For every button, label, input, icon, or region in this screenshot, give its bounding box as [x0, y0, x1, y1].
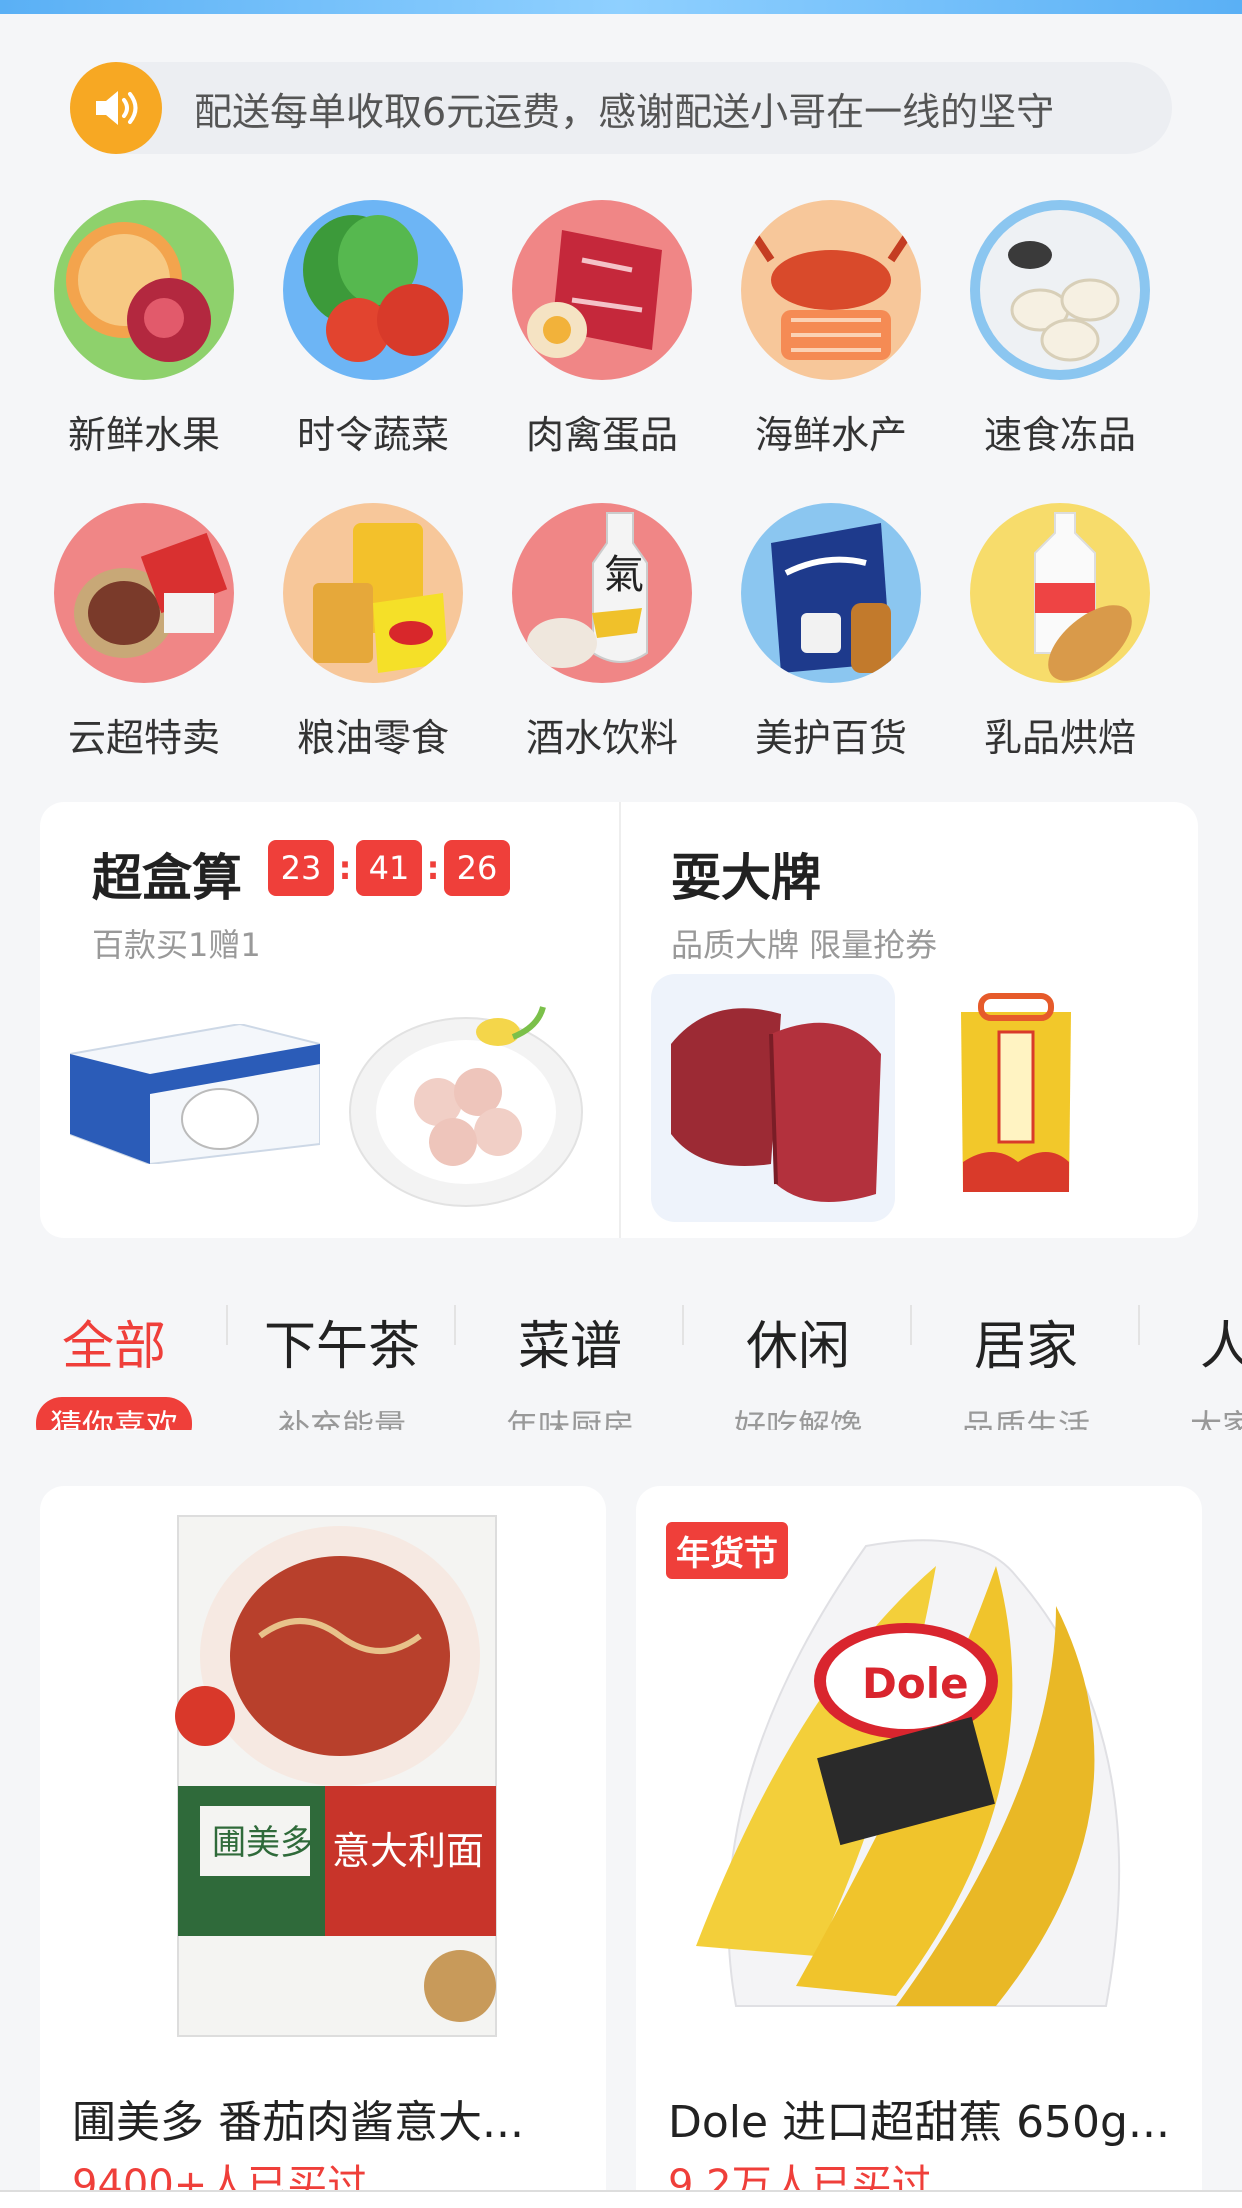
countdown-timer: 23 : 41 : 26: [268, 840, 510, 896]
speaker-icon: [70, 62, 162, 154]
product-card[interactable]: 圃美多 意大利面 圃美多 番茄肉酱意大... 9400+人已买过: [40, 1486, 606, 2208]
tab-snacks[interactable]: 休闲 好吃解馋: [684, 1290, 912, 1430]
category-label: 美护百货: [754, 716, 907, 760]
svg-text:氣: 氣: [604, 552, 644, 598]
category-label: 速食冻品: [983, 413, 1136, 457]
category-dairy-bakery[interactable]: 乳品烘焙: [946, 503, 1174, 762]
special-sale-icon: [54, 503, 234, 683]
beauty-care-icon: [741, 503, 921, 683]
promo-title: 耍大牌: [671, 849, 821, 907]
promo-subtitle: 品质大牌 限量抢券: [671, 926, 938, 964]
category-label: 乳品烘焙: [983, 716, 1136, 760]
tab-divider: [454, 1305, 456, 1345]
bottom-nav-edge: [0, 2190, 1242, 2208]
promo-panel: 超盒算 23 : 41 : 26 百款买1赠1 耍大牌 品质大牌 限量抢券: [40, 802, 1198, 1238]
tab-title: 菜谱: [517, 1317, 622, 1377]
category-label: 云超特卖: [67, 716, 220, 760]
category-label: 时令蔬菜: [296, 413, 449, 457]
tab-subtitle: 好吃解馋: [733, 1407, 862, 1430]
category-special-sale[interactable]: 云超特卖: [30, 503, 258, 762]
product-card[interactable]: Dole 年货节 Dole 进口超甜蕉 650g... 9.2万人已买过: [636, 1486, 1202, 2208]
category-meat-egg[interactable]: 肉禽蛋品: [488, 200, 716, 459]
category-frozen[interactable]: 速食冻品: [946, 200, 1174, 459]
notice-text: 配送每单收取6元运费，感谢配送小哥在一线的坚守: [194, 89, 1055, 134]
promo-subtitle: 百款买1赠1: [92, 926, 261, 964]
rice-bag-image[interactable]: [951, 992, 1081, 1196]
svg-text:意大利面: 意大利面: [332, 1829, 484, 1873]
category-fruit[interactable]: 新鲜水果: [30, 200, 258, 459]
category-seafood[interactable]: 海鲜水产: [717, 200, 945, 459]
tab-divider: [682, 1305, 684, 1345]
svg-text:Dole: Dole: [862, 1659, 969, 1708]
category-label: 肉禽蛋品: [525, 413, 678, 457]
tab-subtitle: 年味厨房: [505, 1407, 634, 1430]
category-grain-oil[interactable]: 粮油零食: [259, 503, 487, 762]
dumpling-icon: [970, 200, 1150, 380]
timer-separator: :: [338, 849, 352, 887]
timer-hours: 23: [268, 840, 334, 896]
product-name: 圃美多 番茄肉酱意大...: [72, 2097, 524, 2148]
tab-divider: [1138, 1305, 1140, 1345]
water-filter-image[interactable]: [69, 1022, 321, 1168]
top-status-strip: [0, 0, 1242, 14]
tab-title: 居家: [973, 1317, 1078, 1377]
svg-text:圃美多: 圃美多: [212, 1823, 314, 1863]
promo-title: 超盒算: [92, 849, 242, 907]
tab-title: 下午茶: [263, 1317, 420, 1377]
spaghetti-product-image: 圃美多 意大利面: [40, 1486, 606, 2046]
tab-title: 全部: [61, 1317, 166, 1377]
category-label: 新鲜水果: [67, 413, 220, 457]
promo-shuadapai[interactable]: 耍大牌 品质大牌 限量抢券: [619, 802, 1198, 1238]
promo-chaohesuan[interactable]: 超盒算 23 : 41 : 26 百款买1赠1: [40, 802, 619, 1238]
tab-recipes[interactable]: 菜谱 年味厨房: [456, 1290, 684, 1430]
vegetable-icon: [283, 200, 463, 380]
category-drink[interactable]: 氣 酒水饮料: [488, 503, 716, 762]
tab-divider: [226, 1305, 228, 1345]
tab-subtitle: 补充能量: [277, 1407, 406, 1430]
timer-minutes: 41: [356, 840, 422, 896]
category-grid: 新鲜水果 时令蔬菜 肉禽蛋品 海鲜水产 速食冻品 云超特卖 粮油零食 氣 酒水饮…: [30, 200, 1212, 762]
category-label: 海鲜水产: [754, 413, 907, 457]
tab-title: 人: [1200, 1317, 1242, 1377]
tab-all[interactable]: 全部 猜你喜欢: [0, 1290, 228, 1430]
category-label: 粮油零食: [296, 716, 449, 760]
dairy-bakery-icon: [970, 503, 1150, 683]
tab-divider: [910, 1305, 912, 1345]
meat-egg-icon: [512, 200, 692, 380]
tab-subtitle: 品质生活: [961, 1407, 1090, 1430]
tab-partial[interactable]: 人 大家: [1140, 1290, 1242, 1430]
tab-home[interactable]: 居家 品质生活: [912, 1290, 1140, 1430]
drink-icon: 氣: [512, 503, 692, 683]
tab-subtitle: 猜你喜欢: [35, 1397, 192, 1430]
category-tabs: 全部 猜你喜欢 下午茶 补充能量 菜谱 年味厨房 休闲 好吃解馋 居家 品质生活…: [0, 1290, 1242, 1430]
beef-image[interactable]: [651, 974, 895, 1226]
tab-subtitle: 大家: [1190, 1407, 1242, 1430]
category-beauty-care[interactable]: 美护百货: [717, 503, 945, 762]
timer-seconds: 26: [444, 840, 510, 896]
tab-afternoon-tea[interactable]: 下午茶 补充能量: [228, 1290, 456, 1430]
grain-oil-icon: [283, 503, 463, 683]
fruit-icon: [54, 200, 234, 380]
timer-separator: :: [426, 849, 440, 887]
category-label: 酒水饮料: [525, 716, 678, 760]
festival-badge: 年货节: [666, 1522, 788, 1579]
tab-title: 休闲: [745, 1317, 850, 1377]
notice-bar[interactable]: 配送每单收取6元运费，感谢配送小哥在一线的坚守: [70, 62, 1172, 154]
category-vegetable[interactable]: 时令蔬菜: [259, 200, 487, 459]
shrimp-image[interactable]: [348, 992, 584, 1212]
seafood-icon: [741, 200, 921, 380]
product-name: Dole 进口超甜蕉 650g...: [668, 2097, 1170, 2148]
